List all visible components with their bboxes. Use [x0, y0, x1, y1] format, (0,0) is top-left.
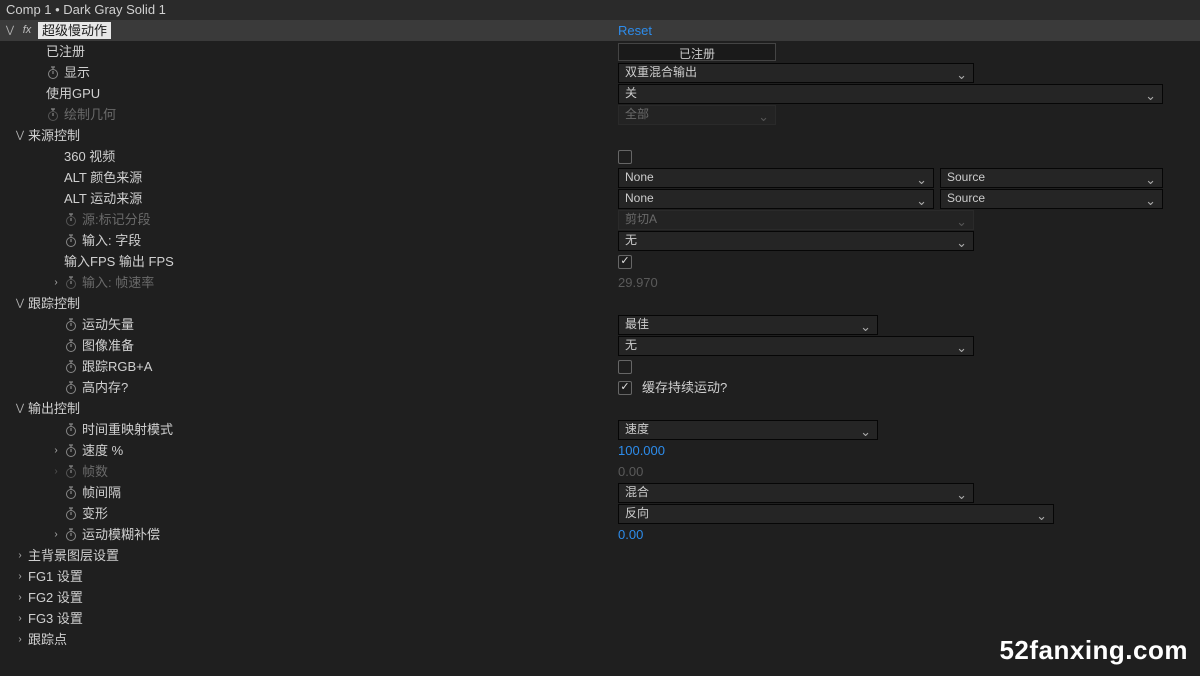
video360-checkbox[interactable] — [618, 150, 632, 164]
time-remap-label: 时间重映射模式 — [82, 419, 173, 440]
track-rgba-checkbox[interactable] — [618, 360, 632, 374]
frame-gap-dropdown[interactable]: 混合 — [618, 483, 974, 503]
fx-icon[interactable]: fx — [18, 24, 36, 38]
time-remap-dropdown[interactable]: 速度 — [618, 420, 878, 440]
stopwatch-icon — [64, 465, 78, 479]
frame-count-label: 帧数 — [82, 461, 108, 482]
titlebar: Comp 1 • Dark Gray Solid 1 — [0, 0, 1200, 20]
fg1-label: FG1 设置 — [28, 566, 83, 587]
output-control-label: 输出控制 — [28, 398, 80, 419]
alt-motion-dropdown-2[interactable]: Source — [940, 189, 1163, 209]
input-framerate-value: 29.970 — [618, 272, 658, 293]
display-label: 显示 — [64, 62, 90, 83]
track-control-label: 跟踪控制 — [28, 293, 80, 314]
fps-io-label: 输入FPS 输出 FPS — [64, 251, 174, 272]
speed-pct-twirl[interactable] — [50, 440, 62, 461]
stopwatch-icon[interactable] — [64, 444, 78, 458]
fps-io-checkbox[interactable] — [618, 255, 632, 269]
speed-pct-value[interactable]: 100.000 — [618, 440, 665, 461]
fg1-twirl[interactable] — [14, 566, 26, 587]
alt-color-dropdown-1[interactable]: None — [618, 168, 934, 188]
mark-segment-dropdown: 剪切A — [618, 210, 974, 230]
output-control-twirl[interactable] — [14, 398, 26, 419]
deform-label: 变形 — [82, 503, 108, 524]
frame-count-value: 0.00 — [618, 461, 643, 482]
use-gpu-dropdown[interactable]: 关 — [618, 84, 1163, 104]
cache-motion-label: 缓存持续运动? — [642, 377, 727, 398]
motion-blur-twirl[interactable] — [50, 524, 62, 545]
bg-layer-label: 主背景图层设置 — [28, 545, 119, 566]
stopwatch-icon[interactable] — [64, 234, 78, 248]
stopwatch-icon[interactable] — [64, 318, 78, 332]
stopwatch-icon[interactable] — [64, 486, 78, 500]
watermark: 52fanxing.com — [999, 635, 1188, 666]
motion-blur-value[interactable]: 0.00 — [618, 524, 643, 545]
high-mem-checkbox[interactable] — [618, 381, 632, 395]
effect-name[interactable]: 超级慢动作 — [38, 22, 111, 39]
high-mem-label: 高内存? — [82, 377, 128, 398]
alt-motion-label: ALT 运动来源 — [64, 188, 142, 209]
source-control-twirl[interactable] — [14, 125, 26, 146]
effect-twirl[interactable] — [4, 25, 16, 36]
track-points-label: 跟踪点 — [28, 629, 67, 650]
speed-pct-label: 速度 % — [82, 440, 123, 461]
fg3-label: FG3 设置 — [28, 608, 83, 629]
stopwatch-icon — [64, 213, 78, 227]
stopwatch-icon[interactable] — [64, 528, 78, 542]
stopwatch-icon[interactable] — [64, 339, 78, 353]
input-framerate-label: 输入: 帧速率 — [82, 272, 154, 293]
draw-geom-dropdown: 全部 — [618, 105, 776, 125]
stopwatch-icon — [64, 276, 78, 290]
input-framerate-twirl[interactable] — [50, 272, 62, 293]
display-dropdown[interactable]: 双重混合输出 — [618, 63, 974, 83]
video360-label: 360 视频 — [64, 146, 115, 167]
registered-label: 已注册 — [46, 41, 85, 62]
fg2-twirl[interactable] — [14, 587, 26, 608]
input-field-dropdown[interactable]: 无 — [618, 231, 974, 251]
stopwatch-icon[interactable] — [64, 381, 78, 395]
bg-layer-twirl[interactable] — [14, 545, 26, 566]
fg3-twirl[interactable] — [14, 608, 26, 629]
track-control-twirl[interactable] — [14, 293, 26, 314]
input-field-label: 输入: 字段 — [82, 230, 141, 251]
registered-input[interactable]: 已注册 — [618, 43, 776, 61]
draw-geom-label: 绘制几何 — [64, 104, 116, 125]
source-control-label: 来源控制 — [28, 125, 80, 146]
stopwatch-icon[interactable] — [46, 66, 60, 80]
reset-link[interactable]: Reset — [618, 23, 652, 38]
motion-vector-dropdown[interactable]: 最佳 — [618, 315, 878, 335]
frame-gap-label: 帧间隔 — [82, 482, 121, 503]
alt-color-dropdown-2[interactable]: Source — [940, 168, 1163, 188]
alt-color-label: ALT 颜色来源 — [64, 167, 142, 188]
image-prep-label: 图像准备 — [82, 335, 134, 356]
frame-count-twirl[interactable] — [50, 461, 62, 482]
deform-dropdown[interactable]: 反向 — [618, 504, 1054, 524]
motion-vector-label: 运动矢量 — [82, 314, 134, 335]
fg2-label: FG2 设置 — [28, 587, 83, 608]
stopwatch-icon — [46, 108, 60, 122]
mark-segment-label: 源:标记分段 — [82, 209, 151, 230]
image-prep-dropdown[interactable]: 无 — [618, 336, 974, 356]
alt-motion-dropdown-1[interactable]: None — [618, 189, 934, 209]
motion-blur-label: 运动模糊补偿 — [82, 524, 160, 545]
stopwatch-icon[interactable] — [64, 360, 78, 374]
track-points-twirl[interactable] — [14, 629, 26, 650]
effect-header-row: fx 超级慢动作 Reset — [0, 20, 1200, 41]
use-gpu-label: 使用GPU — [46, 83, 100, 104]
stopwatch-icon[interactable] — [64, 423, 78, 437]
track-rgba-label: 跟踪RGB+A — [82, 356, 152, 377]
stopwatch-icon[interactable] — [64, 507, 78, 521]
